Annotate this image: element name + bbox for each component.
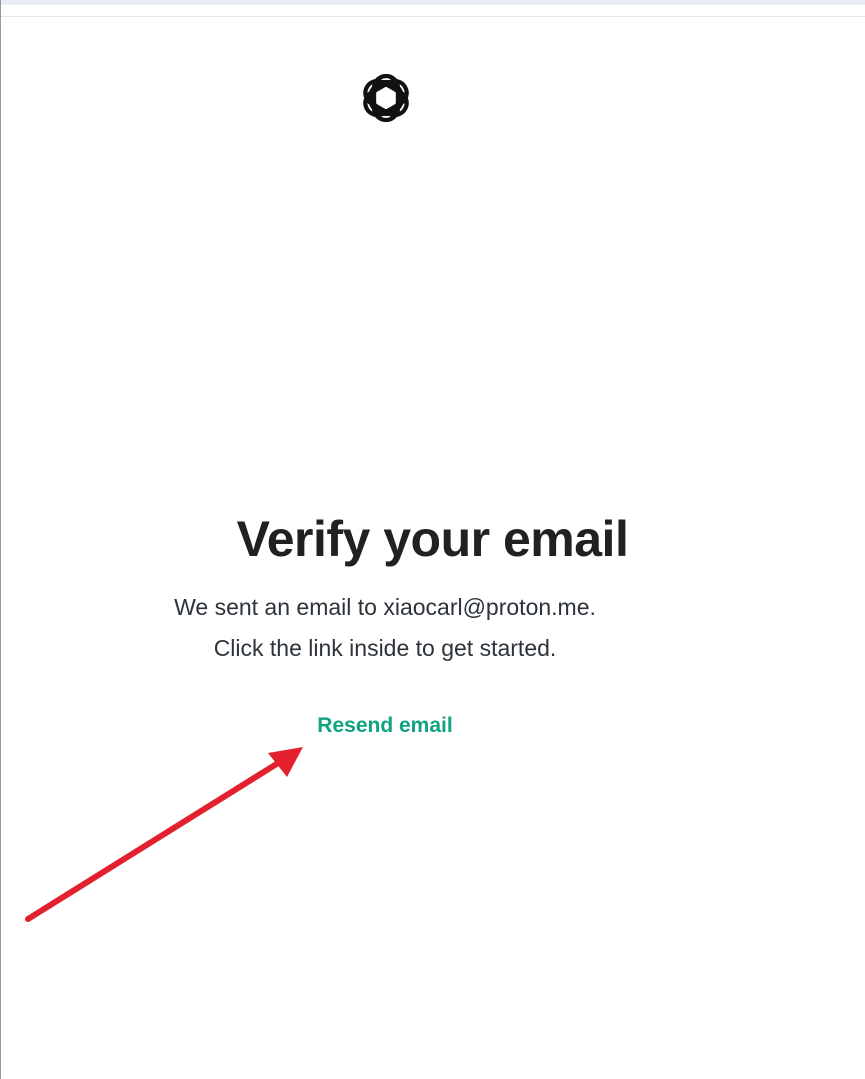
message-line-1: We sent an email to xiaocarl@proton.me. — [174, 594, 596, 620]
verify-email-page: Verify your email We sent an email to xi… — [0, 0, 865, 1079]
message-line-2: Click the link inside to get started. — [213, 635, 557, 661]
page-title: Verify your email — [236, 511, 629, 567]
browser-top-strip — [0, 0, 865, 5]
openai-logo-icon — [363, 73, 409, 123]
resend-email-link[interactable]: Resend email — [0, 714, 770, 738]
top-divider — [0, 16, 865, 17]
